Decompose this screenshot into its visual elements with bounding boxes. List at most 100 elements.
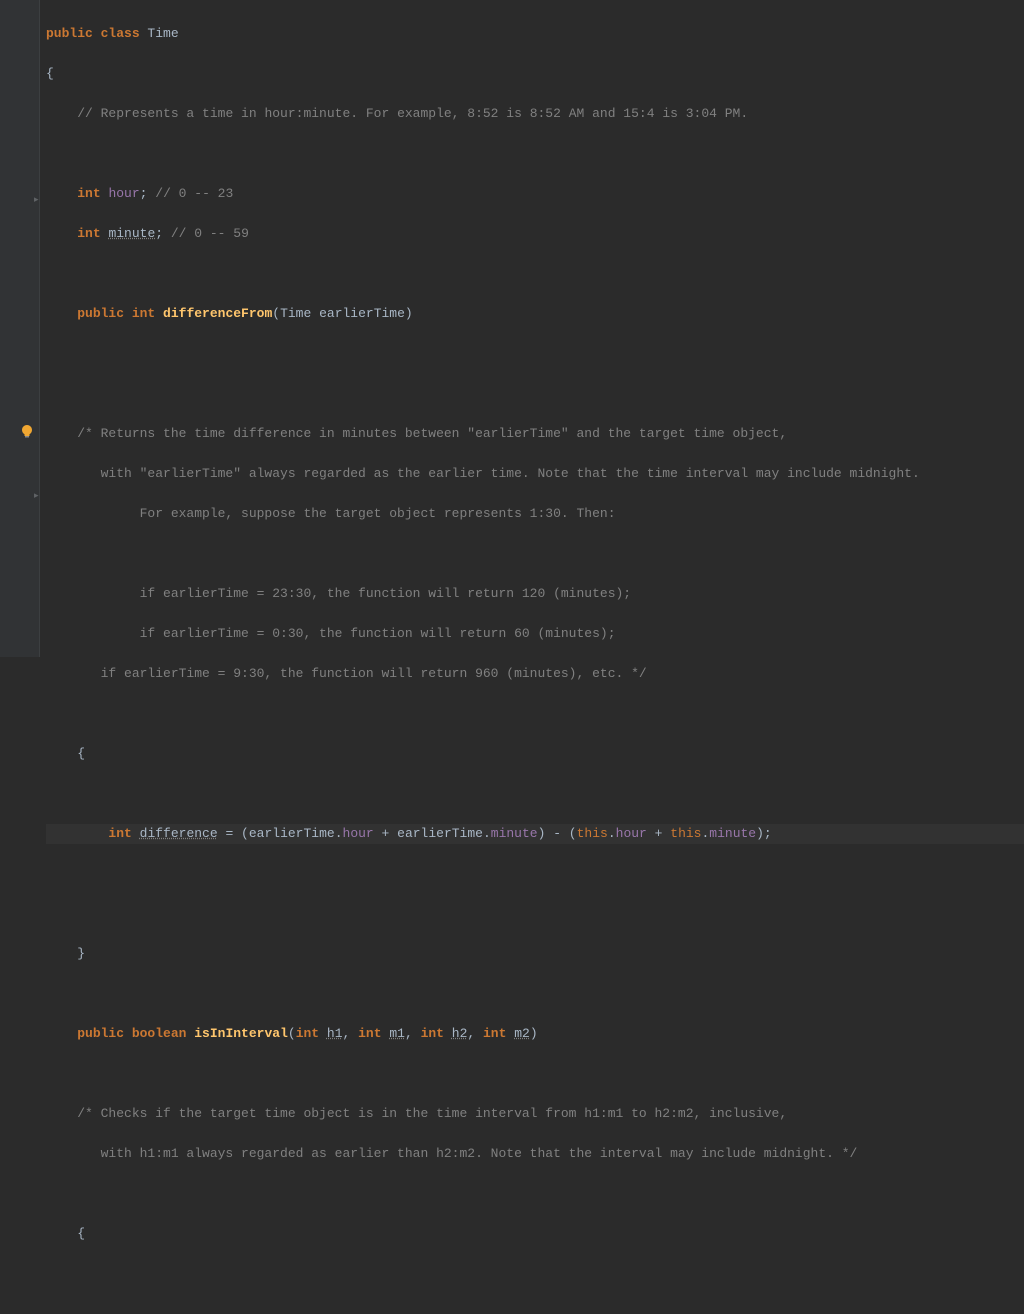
comma: , — [405, 1026, 421, 1041]
line-end: ); — [756, 826, 772, 841]
operator: + — [647, 826, 670, 841]
code-line[interactable]: public int differenceFrom(Time earlierTi… — [46, 304, 1024, 324]
code-line[interactable]: } — [46, 944, 1024, 964]
brace: } — [46, 946, 85, 961]
code-line[interactable] — [46, 1304, 1024, 1314]
dot: . — [701, 826, 709, 841]
indent — [46, 106, 77, 121]
indent — [46, 1026, 77, 1041]
keyword-class: class — [93, 26, 148, 41]
code-line[interactable]: { — [46, 744, 1024, 764]
rparen: ) — [405, 306, 413, 321]
keyword-int: int — [358, 1026, 389, 1041]
code-editor[interactable]: ▸ ▸ public class Time { // Represents a … — [0, 0, 1024, 657]
code-line[interactable]: if earlierTime = 9:30, the function will… — [46, 664, 1024, 684]
code-line[interactable]: int minute; // 0 -- 59 — [46, 224, 1024, 244]
code-line[interactable]: int hour; // 0 -- 23 — [46, 184, 1024, 204]
param-h2: h2 — [452, 1026, 468, 1041]
code-line[interactable] — [46, 864, 1024, 884]
keyword-int: int — [483, 1026, 514, 1041]
operator: + — [374, 826, 397, 841]
code-line[interactable] — [46, 1184, 1024, 1204]
comment: For example, suppose the target object r… — [46, 506, 616, 521]
keyword-int: int — [421, 1026, 452, 1041]
code-line[interactable]: if earlierTime = 0:30, the function will… — [46, 624, 1024, 644]
code-line[interactable]: if earlierTime = 23:30, the function wil… — [46, 584, 1024, 604]
code-line[interactable] — [46, 544, 1024, 564]
comment: // 0 -- 59 — [163, 226, 249, 241]
lparen: ( — [272, 306, 280, 321]
code-line[interactable] — [46, 984, 1024, 1004]
code-line[interactable]: public boolean isInInterval(int h1, int … — [46, 1024, 1024, 1044]
indent — [46, 306, 77, 321]
keyword-int: int — [77, 186, 108, 201]
keyword-this: this — [670, 826, 701, 841]
semicolon: ; — [155, 226, 163, 241]
field-ref: hour — [616, 826, 647, 841]
dot: . — [335, 826, 343, 841]
code-line[interactable]: For example, suppose the target object r… — [46, 504, 1024, 524]
keyword-int: int — [77, 226, 108, 241]
code-line[interactable] — [46, 144, 1024, 164]
dot: . — [608, 826, 616, 841]
keyword-public: public — [77, 1026, 124, 1041]
field-ref: minute — [491, 826, 538, 841]
code-line[interactable]: with h1:m1 always regarded as earlier th… — [46, 1144, 1024, 1164]
code-line[interactable]: // Represents a time in hour:minute. For… — [46, 104, 1024, 124]
comment: /* Checks if the target time object is i… — [46, 1106, 787, 1121]
keyword-int: int — [124, 306, 163, 321]
code-line[interactable]: /* Returns the time difference in minute… — [46, 424, 1024, 444]
comma: , — [467, 1026, 483, 1041]
keyword-public: public — [77, 306, 124, 321]
code-line[interactable]: with "earlierTime" always regarded as th… — [46, 464, 1024, 484]
method-isInInterval: isInInterval — [194, 1026, 288, 1041]
param-type: Time — [280, 306, 319, 321]
field-ref: hour — [343, 826, 374, 841]
fold-marker-icon[interactable]: ▸ — [34, 196, 42, 204]
comment: // 0 -- 23 — [147, 186, 233, 201]
lparen: ( — [288, 1026, 296, 1041]
code-line[interactable] — [46, 344, 1024, 364]
brace: { — [46, 66, 54, 81]
class-name: Time — [147, 26, 178, 41]
code-line[interactable] — [46, 1264, 1024, 1284]
field-minute: minute — [108, 226, 155, 241]
code-line[interactable]: { — [46, 1224, 1024, 1244]
comment: if earlierTime = 9:30, the function will… — [46, 666, 647, 681]
keyword-int: int — [296, 1026, 327, 1041]
code-line[interactable] — [46, 1064, 1024, 1084]
code-line[interactable] — [46, 384, 1024, 404]
code-line[interactable] — [46, 704, 1024, 724]
fold-marker-icon[interactable]: ▸ — [34, 492, 42, 500]
brace: { — [46, 746, 85, 761]
indent — [46, 226, 77, 241]
operator: = ( — [218, 826, 249, 841]
indent — [46, 826, 108, 841]
code-line[interactable] — [46, 904, 1024, 924]
keyword-public: public — [46, 26, 93, 41]
comment: if earlierTime = 0:30, the function will… — [46, 626, 616, 641]
code-line[interactable] — [46, 264, 1024, 284]
comment: with "earlierTime" always regarded as th… — [46, 466, 920, 481]
code-area[interactable]: public class Time { // Represents a time… — [40, 4, 1024, 1314]
code-line[interactable] — [46, 784, 1024, 804]
comment: /* Returns the time difference in minute… — [46, 426, 787, 441]
comment: if earlierTime = 23:30, the function wil… — [46, 586, 631, 601]
code-line[interactable]: /* Checks if the target time object is i… — [46, 1104, 1024, 1124]
comment: with h1:m1 always regarded as earlier th… — [46, 1146, 857, 1161]
param-h1: h1 — [327, 1026, 343, 1041]
param-ref: earlierTime — [249, 826, 335, 841]
operator: ) - ( — [538, 826, 577, 841]
param-m2: m2 — [514, 1026, 530, 1041]
param-name: earlierTime — [319, 306, 405, 321]
indent — [46, 186, 77, 201]
current-line[interactable]: int difference = (earlierTime.hour + ear… — [46, 824, 1024, 844]
brace: { — [46, 1226, 85, 1241]
intention-bulb-icon[interactable] — [20, 424, 34, 438]
comment: // Represents a time in hour:minute. For… — [77, 106, 748, 121]
param-ref: earlierTime — [397, 826, 483, 841]
method-differenceFrom: differenceFrom — [163, 306, 272, 321]
code-line[interactable]: public class Time — [46, 24, 1024, 44]
gutter — [0, 0, 40, 657]
code-line[interactable]: { — [46, 64, 1024, 84]
